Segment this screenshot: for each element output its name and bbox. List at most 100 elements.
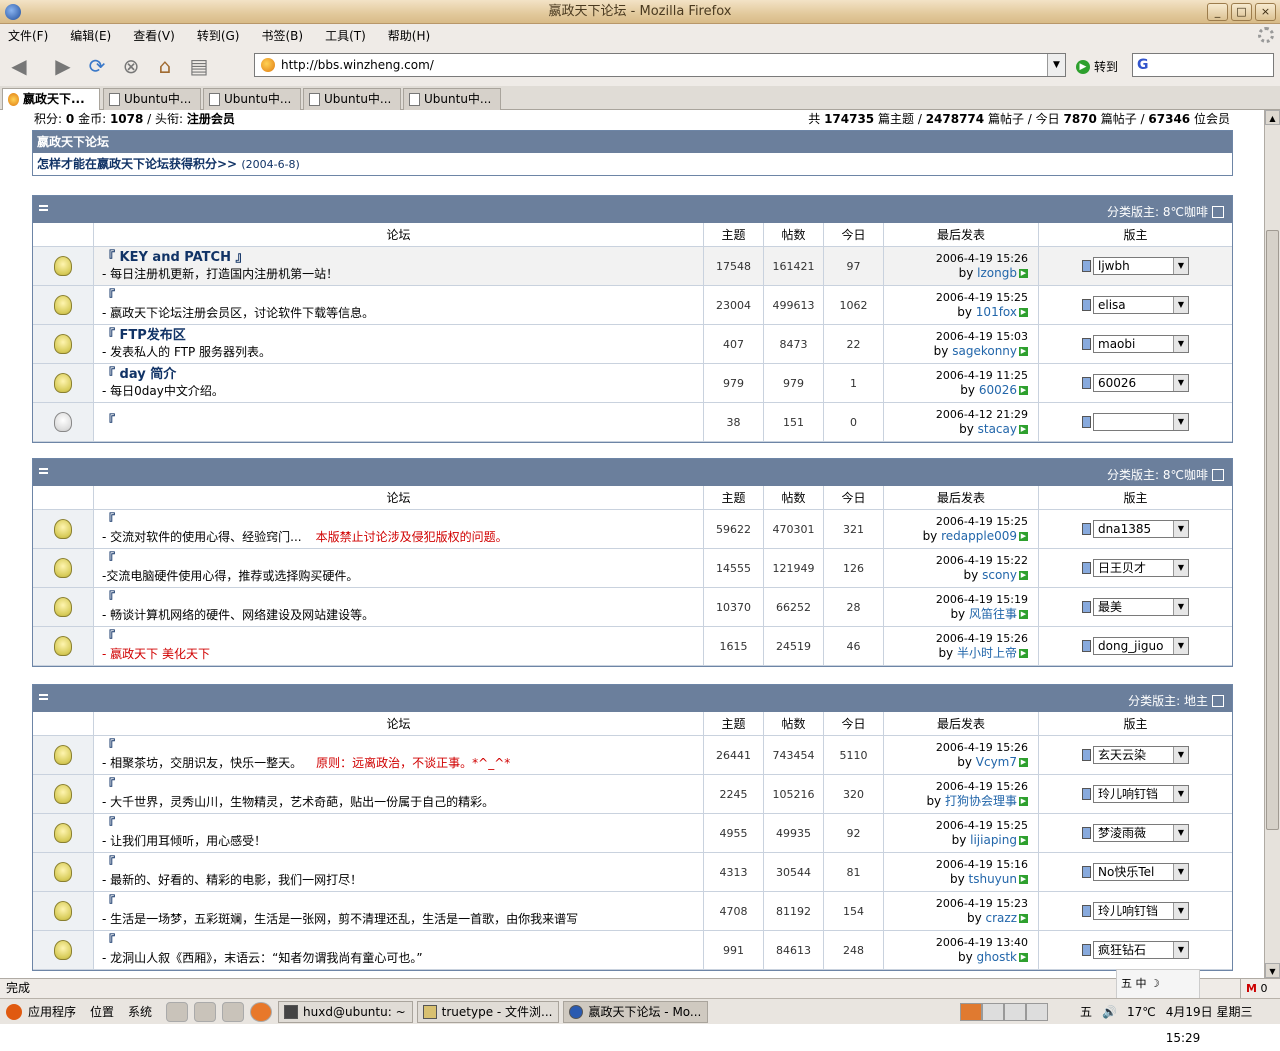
minimize-button[interactable]: _: [1207, 3, 1228, 21]
collapse-bars-icon[interactable]: [39, 694, 48, 700]
stop-icon[interactable]: ⊗: [116, 51, 146, 81]
goto-last-post-icon[interactable]: ▶: [1019, 610, 1028, 619]
workspace-switcher[interactable]: [960, 1003, 1048, 1021]
last-post-author-link[interactable]: 101fox: [976, 305, 1017, 319]
reload-icon[interactable]: ⟳: [82, 51, 112, 81]
maximize-button[interactable]: □: [1231, 3, 1252, 21]
notes-launcher-icon[interactable]: [166, 1001, 189, 1022]
url-dropdown-icon[interactable]: ▼: [1047, 54, 1065, 76]
collapse-toggle-icon[interactable]: [1212, 468, 1224, 481]
tab-ubuntu-3[interactable]: Ubuntu中...: [303, 88, 401, 110]
tab-ubuntu-2[interactable]: Ubuntu中...: [203, 88, 301, 110]
moderator-select[interactable]: ▼: [1093, 413, 1189, 431]
clock[interactable]: 4月19日 星期三 15:29: [1166, 999, 1280, 1045]
taskbar-file-browser[interactable]: truetype - 文件浏...: [416, 1000, 560, 1023]
collapse-bars-icon[interactable]: [39, 205, 48, 211]
moderator-select[interactable]: 玄天云染 ▼: [1093, 746, 1189, 764]
tab-ubuntu-4[interactable]: Ubuntu中...: [403, 88, 501, 110]
vertical-scrollbar[interactable]: ▲ ▼: [1264, 110, 1280, 978]
goto-last-post-icon[interactable]: ▶: [1019, 797, 1028, 806]
back-icon[interactable]: ◀: [4, 51, 34, 81]
goto-last-post-icon[interactable]: ▶: [1019, 532, 1028, 541]
last-post-author-link[interactable]: lijiaping: [970, 833, 1017, 847]
media-launcher-icon[interactable]: [194, 1001, 217, 1022]
goto-last-post-icon[interactable]: ▶: [1019, 308, 1028, 317]
forum-name-link[interactable]: 『: [102, 817, 115, 833]
forum-name-link[interactable]: 『: [102, 856, 115, 872]
forward-icon[interactable]: ▶: [48, 51, 78, 81]
workspace-4[interactable]: [1026, 1003, 1048, 1021]
collapse-toggle-icon[interactable]: [1212, 694, 1224, 707]
forum-name-link[interactable]: 『 day 简介: [102, 367, 176, 383]
forum-name-link[interactable]: 『 FTP发布区: [102, 328, 186, 344]
moderator-select[interactable]: dong_jiguo ▼: [1093, 637, 1189, 655]
applications-menu[interactable]: 应用程序: [28, 1003, 76, 1020]
scroll-thumb[interactable]: [1266, 230, 1279, 830]
moderator-select[interactable]: 60026 ▼: [1093, 374, 1189, 392]
goto-last-post-icon[interactable]: ▶: [1019, 953, 1028, 962]
menu-view[interactable]: 查看(V): [129, 27, 179, 44]
goto-last-post-icon[interactable]: ▶: [1019, 649, 1028, 658]
volume-icon[interactable]: 🔊: [1102, 999, 1117, 1025]
tab-ubuntu-1[interactable]: Ubuntu中...: [103, 88, 201, 110]
goto-last-post-icon[interactable]: ▶: [1019, 914, 1028, 923]
workspace-1[interactable]: [960, 1003, 982, 1021]
goto-last-post-icon[interactable]: ▶: [1019, 758, 1028, 767]
goto-last-post-icon[interactable]: ▶: [1019, 571, 1028, 580]
mail-indicator[interactable]: M 0: [1240, 979, 1280, 998]
ime-tray[interactable]: 五: [1080, 999, 1092, 1025]
last-post-author-link[interactable]: redapple009: [941, 529, 1017, 543]
last-post-author-link[interactable]: scony: [982, 568, 1017, 582]
moderator-select[interactable]: 日王贝才 ▼: [1093, 559, 1189, 577]
announcement-link[interactable]: 怎样才能在嬴政天下论坛获得积分>>: [37, 157, 237, 171]
moderator-select[interactable]: elisa ▼: [1093, 296, 1189, 314]
scroll-up-icon[interactable]: ▲: [1265, 110, 1280, 125]
last-post-author-link[interactable]: Vcym7: [976, 755, 1017, 769]
last-post-author-link[interactable]: sagekonny: [952, 344, 1017, 358]
moderator-select[interactable]: 梦淩雨薇 ▼: [1093, 824, 1189, 842]
moderator-select[interactable]: dna1385 ▼: [1093, 520, 1189, 538]
forum-name-link[interactable]: 『: [102, 630, 115, 646]
go-button[interactable]: ▶ 转到: [1076, 58, 1118, 75]
last-post-author-link[interactable]: ghostk: [977, 950, 1017, 964]
forum-name-link[interactable]: 『: [102, 739, 115, 755]
forum-name-link[interactable]: 『: [102, 513, 115, 529]
workspace-2[interactable]: [982, 1003, 1004, 1021]
goto-last-post-icon[interactable]: ▶: [1019, 386, 1028, 395]
last-post-author-link[interactable]: 打狗协会理事: [945, 794, 1017, 808]
goto-last-post-icon[interactable]: ▶: [1019, 269, 1028, 278]
collapse-toggle-icon[interactable]: [1212, 205, 1224, 218]
moderator-select[interactable]: 最美 ▼: [1093, 598, 1189, 616]
menu-edit[interactable]: 编辑(E): [66, 27, 115, 44]
url-bar[interactable]: http://bbs.winzheng.com/ ▼: [254, 53, 1066, 77]
goto-last-post-icon[interactable]: ▶: [1019, 875, 1028, 884]
moderator-select[interactable]: 玲儿响钉铛 ▼: [1093, 785, 1189, 803]
goto-last-post-icon[interactable]: ▶: [1019, 836, 1028, 845]
forum-name-link[interactable]: 『: [102, 591, 115, 607]
last-post-author-link[interactable]: 风笛往事: [969, 607, 1017, 621]
menu-go[interactable]: 转到(G): [193, 27, 244, 44]
menu-file[interactable]: 文件(F): [4, 27, 52, 44]
print-icon[interactable]: ▤: [184, 51, 214, 81]
menu-help[interactable]: 帮助(H): [384, 27, 434, 44]
forum-name-link[interactable]: 『: [102, 289, 115, 305]
forum-name-link[interactable]: 『 KEY and PATCH 』: [102, 250, 248, 266]
firefox-launcher-icon[interactable]: [250, 1001, 273, 1022]
last-post-author-link[interactable]: tshuyun: [969, 872, 1017, 886]
moderator-select[interactable]: 玲儿响钉铛 ▼: [1093, 902, 1189, 920]
ubuntu-logo-icon[interactable]: [6, 1003, 22, 1020]
last-post-author-link[interactable]: lzongb: [977, 266, 1017, 280]
forum-name-link[interactable]: 『: [102, 778, 115, 794]
last-post-author-link[interactable]: 半小时上帝: [957, 646, 1017, 660]
collapse-bars-icon[interactable]: [39, 468, 48, 474]
taskbar-firefox[interactable]: 嬴政天下论坛 - Mo...: [563, 1000, 709, 1023]
menu-tools[interactable]: 工具(T): [321, 27, 370, 44]
search-input[interactable]: G: [1132, 53, 1274, 77]
moderator-select[interactable]: ljwbh ▼: [1093, 257, 1189, 275]
system-menu[interactable]: 系统: [128, 1003, 152, 1020]
forum-name-link[interactable]: 『: [102, 934, 115, 950]
places-menu[interactable]: 位置: [90, 1003, 114, 1020]
workspace-3[interactable]: [1004, 1003, 1026, 1021]
forum-name-link[interactable]: 『: [102, 895, 115, 911]
close-button[interactable]: ×: [1255, 3, 1276, 21]
